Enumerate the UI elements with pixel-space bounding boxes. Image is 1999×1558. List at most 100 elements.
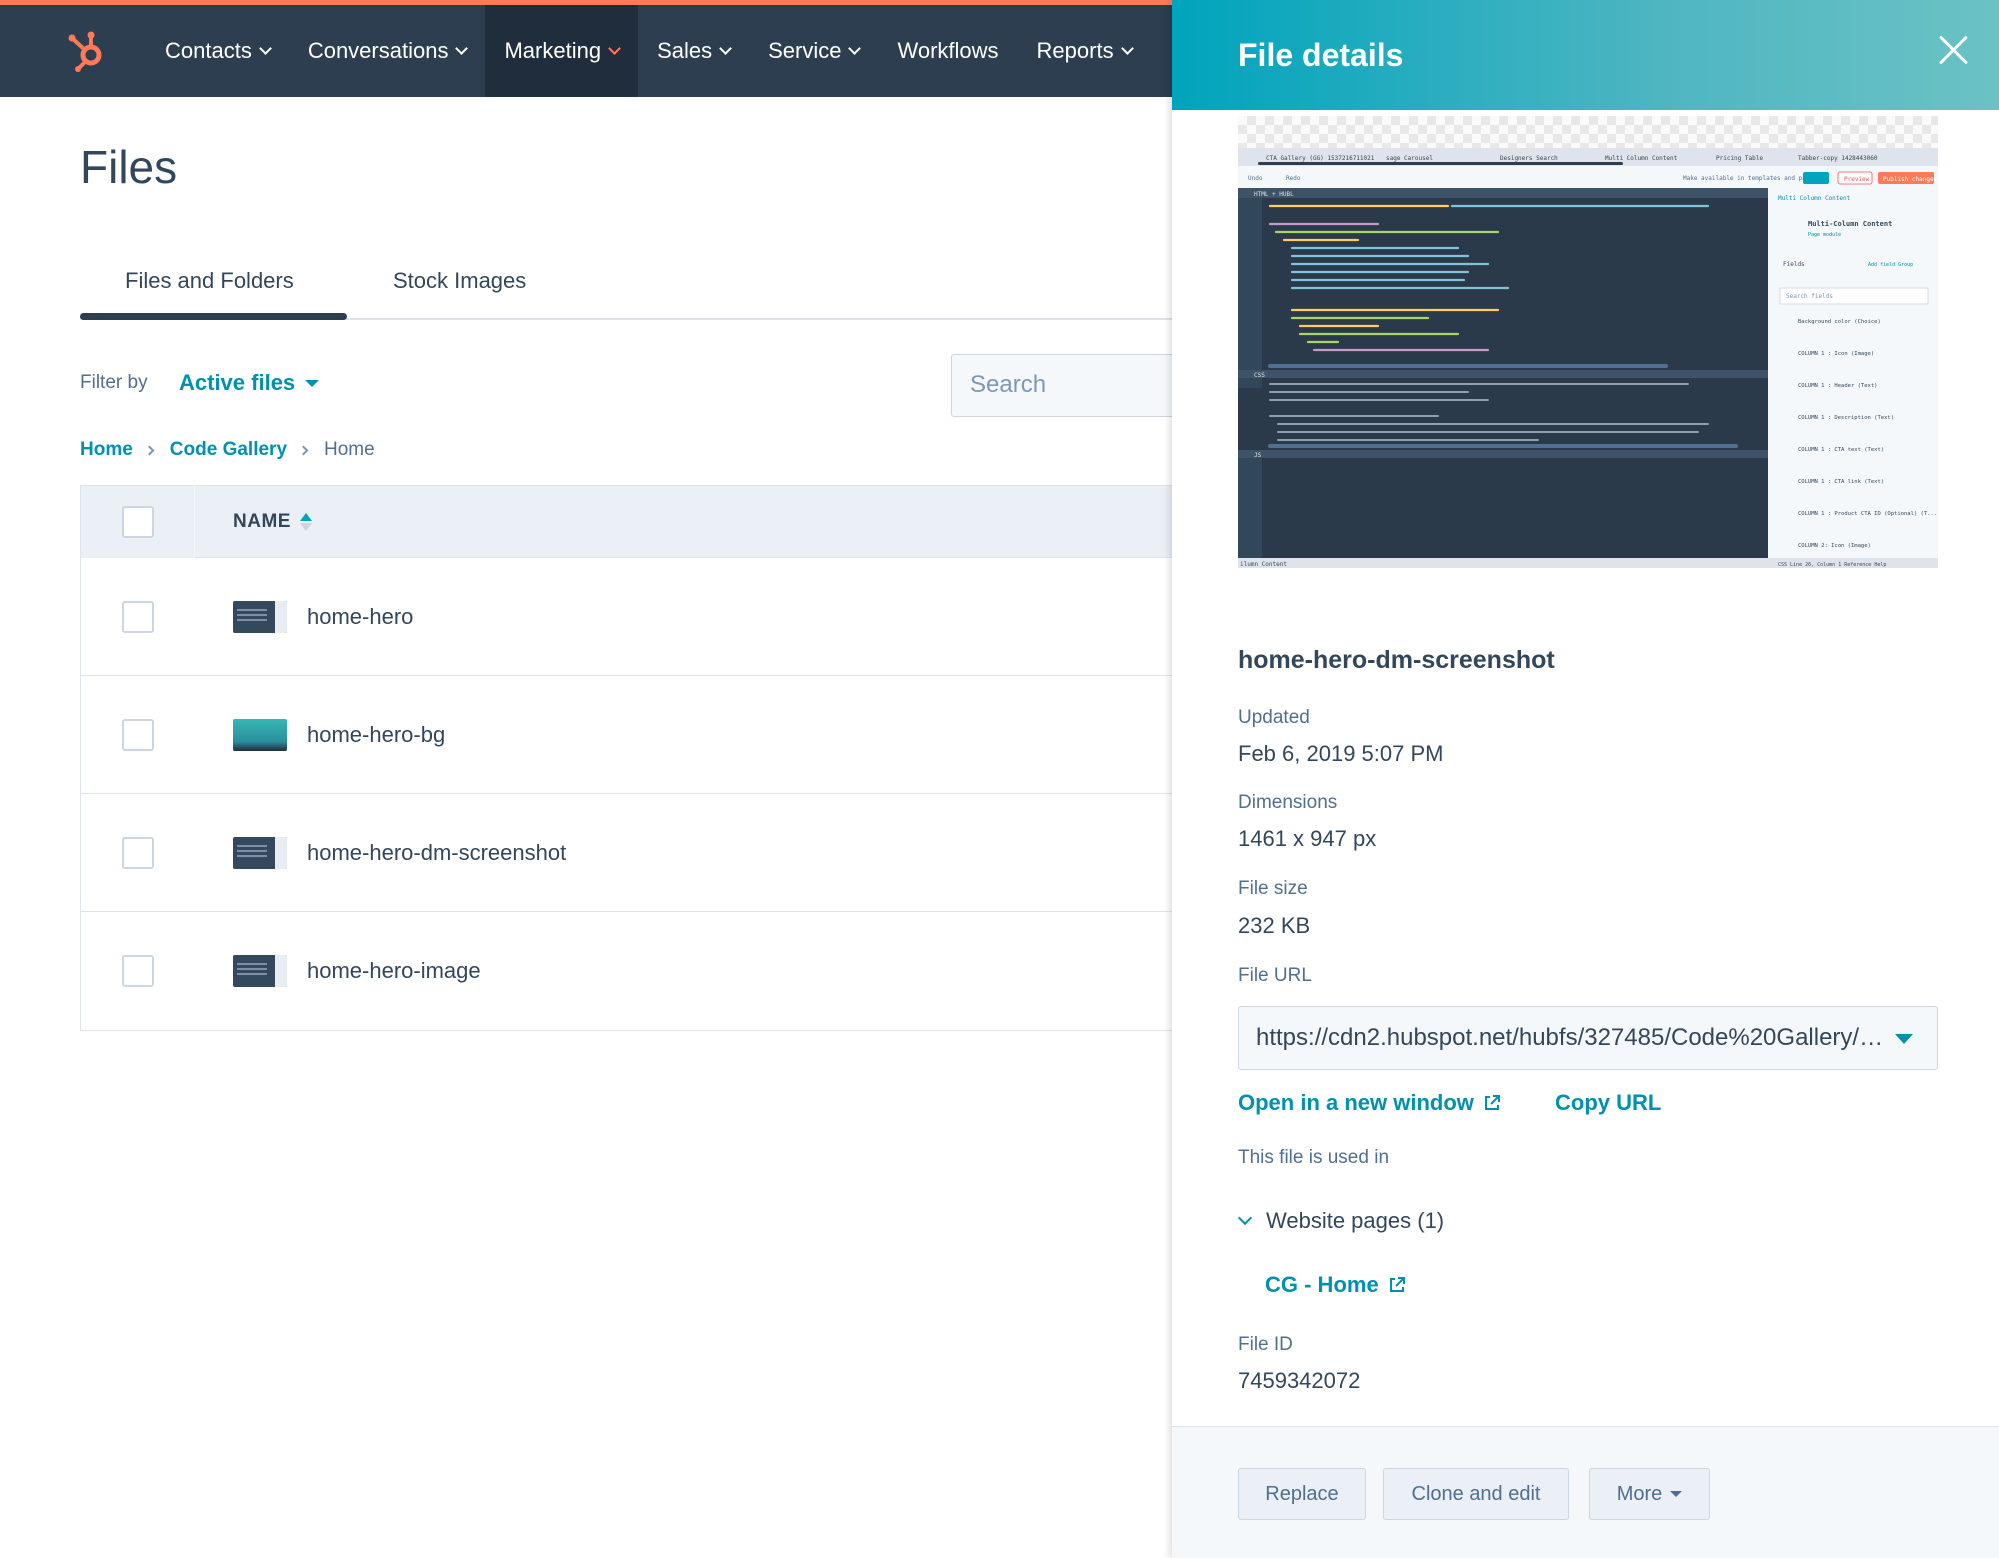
nav-sales[interactable]: Sales — [638, 5, 749, 97]
nav-workflows[interactable]: Workflows — [878, 5, 1017, 97]
preview-publish-btn: Publish changes — [1883, 176, 1938, 183]
row-checkbox[interactable] — [122, 955, 154, 987]
preview-field-item: COLUMN 1 : CTA link (Text) — [1798, 479, 1884, 485]
tab-files-and-folders[interactable]: Files and Folders — [125, 268, 294, 294]
nav-conversations[interactable]: Conversations — [289, 5, 486, 97]
preview-section-html: HTML + HUBL — [1254, 191, 1294, 198]
preview-tab: Multi Column Content — [1605, 155, 1678, 162]
chevron-down-icon — [1120, 42, 1134, 55]
close-icon[interactable] — [1937, 34, 1969, 66]
website-pages-label: Website pages (1) — [1266, 1208, 1445, 1233]
file-name[interactable]: home-hero-bg — [307, 722, 445, 748]
row-checkbox[interactable] — [122, 718, 154, 751]
tab-bar: Files and Folders Stock Images — [80, 250, 1172, 320]
file-name-heading: home-hero-dm-screenshot — [1238, 646, 1555, 674]
preview-field-item: COLUMN 2: Icon (Image) — [1798, 543, 1871, 549]
preview-tab: Tabber-copy 1428443060 — [1798, 155, 1878, 162]
row-checkbox[interactable] — [122, 836, 154, 869]
open-new-window-link[interactable]: Open in a new window — [1238, 1090, 1502, 1116]
file-thumbnail — [233, 600, 287, 633]
copy-url-link[interactable]: Copy URL — [1555, 1090, 1661, 1116]
nav-label: Marketing — [504, 38, 602, 63]
website-pages-toggle[interactable]: Website pages (1) — [1237, 1208, 1445, 1234]
used-in-label: This file is used in — [1238, 1147, 1390, 1168]
row-checkbox-cell — [81, 836, 195, 869]
row-checkbox-cell — [81, 955, 195, 987]
preview-fields-label: Fields — [1783, 261, 1805, 268]
preview-field-item: COLUMN 1 : Icon (Image) — [1798, 351, 1874, 357]
breadcrumb-home[interactable]: Home — [80, 439, 133, 461]
preview-undo: Undo — [1248, 175, 1263, 182]
nav-service[interactable]: Service — [749, 5, 878, 97]
preview-tab: Designers Search — [1500, 155, 1558, 162]
hubspot-logo-icon[interactable] — [42, 5, 132, 97]
cg-home-label: CG - Home — [1265, 1272, 1379, 1297]
replace-button[interactable]: Replace — [1238, 1468, 1366, 1520]
file-thumbnail — [233, 955, 287, 987]
preview-preview-btn: Preview — [1844, 176, 1870, 183]
row-checkbox-cell — [81, 718, 195, 751]
preview-tab: CTA Gallery (GG) 1537216711021 — [1266, 155, 1375, 162]
preview-sidebar-back: Multi Column Content — [1778, 195, 1851, 202]
chevron-down-icon — [1237, 1210, 1253, 1226]
preview-field-item: COLUMN 1 : CTA text (Text) — [1798, 447, 1884, 453]
filter-value: Active files — [179, 370, 296, 395]
name-column-header[interactable]: NAME — [233, 511, 312, 533]
preview-status-right: CSS Line 26, Column 1 Reference Help — [1778, 562, 1886, 568]
file-size-value: 232 KB — [1238, 913, 1311, 938]
file-details-panel: File details CTA Gallery (GG) 1537216711… — [1172, 0, 1999, 1558]
preview-tab: Pricing Table — [1716, 155, 1763, 162]
search-input[interactable]: Search — [951, 354, 1191, 417]
nav-label: Workflows — [897, 38, 999, 63]
panel-title: File details — [1238, 36, 1404, 73]
table-row[interactable]: home-hero — [81, 558, 1179, 676]
preview-section-css: CSS — [1254, 372, 1265, 379]
tab-stock-images[interactable]: Stock Images — [393, 268, 526, 294]
chevron-right-icon — [298, 445, 309, 455]
table-row[interactable]: home-hero-image — [81, 912, 1179, 1030]
preview-field-item: COLUMN 1 : Product CTA ID (Optional) (T.… — [1798, 511, 1937, 517]
preview-make-available: Make available in templates and pages — [1683, 175, 1817, 182]
updated-value: Feb 6, 2019 5:07 PM — [1238, 741, 1444, 766]
column-header-label: NAME — [233, 510, 291, 532]
preview-status-left: ilumn Content — [1240, 561, 1287, 568]
breadcrumb: Home Code Gallery Home — [80, 439, 375, 461]
chevron-right-icon — [144, 445, 155, 455]
open-new-window-label: Open in a new window — [1238, 1090, 1474, 1115]
file-url-dropdown[interactable]: https://cdn2.hubspot.net/hubfs/327485/Co… — [1238, 1006, 1938, 1070]
table-row[interactable]: home-hero-dm-screenshot — [81, 794, 1179, 912]
table-row[interactable]: home-hero-bg — [81, 676, 1179, 794]
file-id-value: 7459342072 — [1238, 1368, 1361, 1393]
file-name[interactable]: home-hero — [307, 604, 413, 630]
nav-label: Service — [768, 38, 842, 63]
breadcrumb-current: Home — [324, 439, 375, 460]
file-url-label: File URL — [1238, 965, 1312, 986]
more-label: More — [1616, 1482, 1663, 1505]
nav-reports[interactable]: Reports — [1018, 5, 1151, 97]
file-url-value: https://cdn2.hubspot.net/hubfs/327485/Co… — [1256, 1024, 1886, 1051]
preview-search-fields: Search fields — [1786, 293, 1833, 300]
external-link-icon — [1389, 1277, 1405, 1292]
chevron-down-icon — [848, 42, 862, 55]
preview-field-item: COLUMN 1 : Header (Text) — [1798, 383, 1877, 389]
file-name[interactable]: home-hero-dm-screenshot — [307, 840, 566, 866]
clone-and-edit-button[interactable]: Clone and edit — [1383, 1468, 1569, 1520]
file-name[interactable]: home-hero-image — [307, 958, 481, 984]
nav-contacts[interactable]: Contacts — [146, 5, 289, 97]
file-thumbnail — [233, 718, 287, 751]
chevron-down-icon — [719, 42, 732, 55]
file-preview-image: CTA Gallery (GG) 1537216711021 sage Caro… — [1238, 116, 1938, 568]
file-id-label: File ID — [1238, 1334, 1293, 1355]
nav-label: Reports — [1036, 38, 1114, 63]
cg-home-page-link[interactable]: CG - Home — [1265, 1272, 1407, 1298]
select-all-cell — [81, 485, 195, 558]
preview-screenshot: CTA Gallery (GG) 1537216711021 sage Caro… — [1238, 148, 1938, 568]
filter-dropdown[interactable]: Active files — [179, 370, 320, 396]
row-checkbox[interactable] — [122, 600, 154, 633]
breadcrumb-code-gallery[interactable]: Code Gallery — [170, 439, 287, 461]
chevron-down-icon — [455, 42, 469, 55]
more-button[interactable]: More — [1589, 1468, 1710, 1520]
nav-marketing[interactable]: Marketing — [485, 5, 639, 97]
select-all-checkbox[interactable] — [121, 505, 154, 538]
filter-label: Filter by — [80, 372, 148, 393]
